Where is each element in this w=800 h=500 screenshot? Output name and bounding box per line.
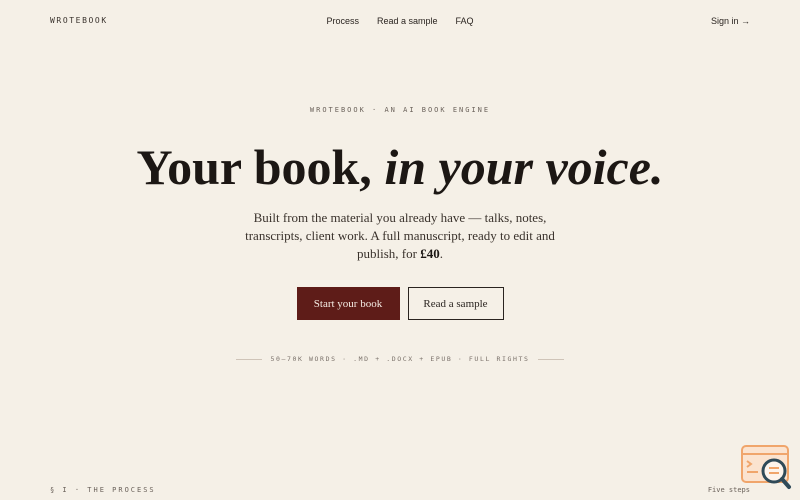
top-nav: WROTEBOOK Process Read a sample FAQ Sign… xyxy=(0,0,800,42)
specs-line: 50–70K WORDS · .MD + .DOCX + EPUB · FULL… xyxy=(236,355,565,363)
lede-text: Built from the material you already have… xyxy=(245,210,555,261)
hero-ctas: Start your book Read a sample xyxy=(0,287,800,320)
specs-rule-right xyxy=(537,358,565,360)
headline-italic: in your voice. xyxy=(384,139,664,195)
lede-price: £40 xyxy=(420,246,440,261)
hero-lede: Built from the material you already have… xyxy=(225,209,575,263)
read-sample-button[interactable]: Read a sample xyxy=(407,287,504,320)
specs-rule-left xyxy=(236,358,263,360)
hero-eyebrow: WROTEBOOK · AN AI BOOK ENGINE xyxy=(309,106,491,114)
section-label: § I · THE PROCESS xyxy=(50,486,156,494)
nav-link-process[interactable]: Process xyxy=(326,16,359,26)
nav-links: Process Read a sample FAQ xyxy=(0,16,800,26)
specs-text: 50–70K WORDS · .MD + .DOCX + EPUB · FULL… xyxy=(270,355,530,363)
nav-link-faq[interactable]: FAQ xyxy=(456,16,474,26)
start-book-button[interactable]: Start your book xyxy=(296,287,400,320)
search-chat-widget-icon[interactable] xyxy=(740,444,792,490)
sign-in-link[interactable]: Sign in → xyxy=(711,16,750,26)
lede-end: . xyxy=(439,246,443,261)
hero-headline: Your book, in your voice. xyxy=(0,138,800,196)
headline-plain: Your book, xyxy=(136,139,385,195)
nav-link-read-sample[interactable]: Read a sample xyxy=(377,16,438,26)
